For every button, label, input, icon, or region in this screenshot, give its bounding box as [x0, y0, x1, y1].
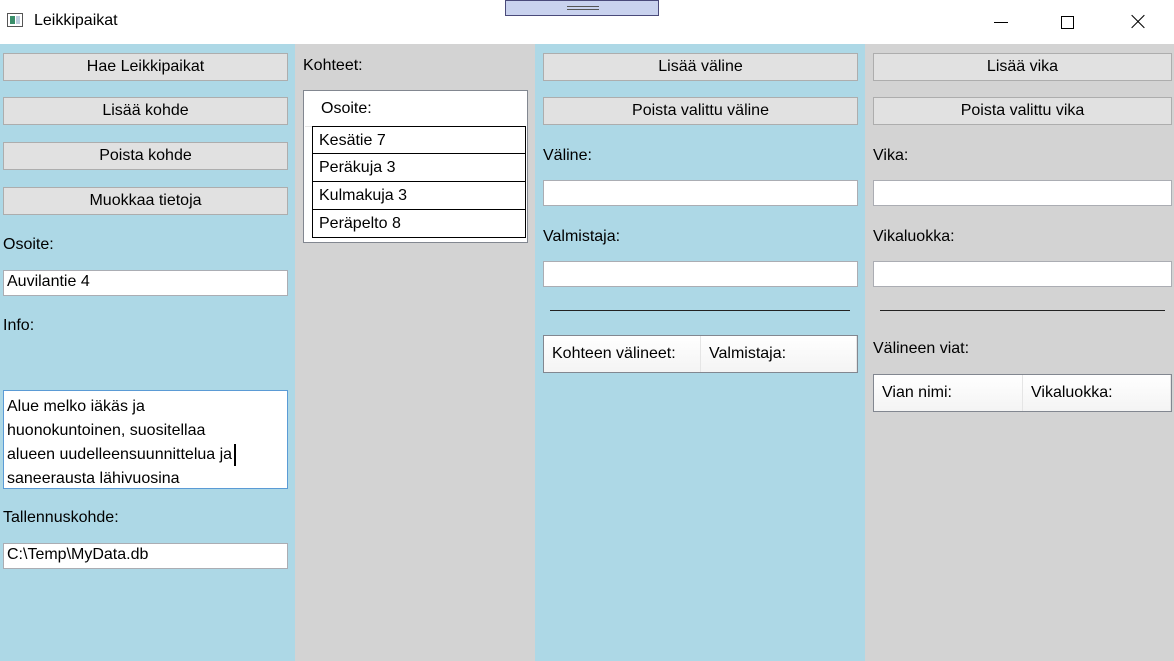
- column-header-maker[interactable]: Valmistaja:: [701, 336, 857, 372]
- info-line: Alue melko iäkäs ja: [7, 398, 145, 415]
- target-details-panel: Hae Leikkipaikat Lisää kohde Poista kohd…: [0, 44, 295, 661]
- remove-fault-button[interactable]: Poista valittu vika: [873, 97, 1172, 125]
- equipment-maker-label: Valmistaja:: [543, 228, 621, 245]
- targets-panel: Kohteet: Osoite: Kesätie 7 Peräkuja 3 Ku…: [295, 44, 535, 661]
- list-item[interactable]: Kesätie 7: [312, 126, 526, 154]
- remove-equipment-button[interactable]: Poista valittu väline: [543, 97, 858, 125]
- faults-panel: Lisää vika Poista valittu vika Vika: Vik…: [865, 44, 1174, 661]
- targets-label: Kohteet:: [303, 57, 363, 74]
- add-fault-button[interactable]: Lisää vika: [873, 53, 1172, 81]
- equipment-name-field[interactable]: [543, 180, 858, 206]
- separator: [880, 310, 1165, 311]
- maximize-button[interactable]: [1044, 0, 1090, 44]
- minimize-icon: [994, 21, 1008, 23]
- info-label: Info:: [3, 317, 35, 334]
- equipment-faults-label: Välineen viat:: [873, 340, 970, 357]
- targets-list[interactable]: Osoite: Kesätie 7 Peräkuja 3 Kulmakuja 3…: [303, 90, 528, 243]
- add-equipment-button[interactable]: Lisää väline: [543, 53, 858, 81]
- fault-class-field[interactable]: [873, 261, 1172, 287]
- address-label: Osoite:: [3, 236, 54, 253]
- fault-class-label: Vikaluokka:: [873, 228, 955, 245]
- list-item[interactable]: Peräpelto 8: [312, 210, 526, 238]
- info-line: saneerausta lähivuosina: [7, 470, 180, 487]
- close-button[interactable]: [1115, 0, 1161, 44]
- fault-name-label: Vika:: [873, 147, 909, 164]
- add-target-button[interactable]: Lisää kohde: [3, 97, 288, 125]
- column-header-fault-name[interactable]: Vian nimi:: [874, 375, 1023, 411]
- column-header-fault-class[interactable]: Vikaluokka:: [1023, 375, 1171, 411]
- info-line: alueen uudelleensuunnittelua ja: [7, 443, 284, 467]
- close-icon: [1130, 14, 1146, 30]
- faults-list[interactable]: Vian nimi: Vikaluokka:: [873, 374, 1172, 412]
- info-line: huonokuntoinen, suositellaa: [7, 422, 206, 439]
- equipment-panel: Lisää väline Poista valittu väline Välin…: [535, 44, 865, 661]
- edit-details-button[interactable]: Muokkaa tietoja: [3, 187, 288, 215]
- title-bar: Leikkipaikat: [0, 0, 1174, 44]
- address-field[interactable]: Auvilantie 4: [3, 270, 288, 296]
- column-header-address[interactable]: Osoite:: [313, 92, 526, 126]
- equipment-maker-field[interactable]: [543, 261, 858, 287]
- remove-target-button[interactable]: Poista kohde: [3, 142, 288, 170]
- maximize-icon: [1060, 15, 1074, 29]
- equipment-name-label: Väline:: [543, 147, 592, 164]
- targets-rows: Kesätie 7 Peräkuja 3 Kulmakuja 3 Peräpel…: [304, 126, 526, 238]
- info-textarea[interactable]: Alue melko iäkäs ja huonokuntoinen, suos…: [3, 390, 288, 489]
- text-caret: [234, 443, 237, 466]
- separator: [550, 310, 850, 311]
- window-title: Leikkipaikat: [34, 12, 118, 29]
- fault-name-field[interactable]: [873, 180, 1172, 206]
- targets-list-header: Osoite:: [305, 92, 526, 127]
- storage-field[interactable]: C:\Temp\MyData.db: [3, 543, 288, 569]
- list-item[interactable]: Peräkuja 3: [312, 154, 526, 182]
- fetch-playgrounds-button[interactable]: Hae Leikkipaikat: [3, 53, 288, 81]
- drag-handle[interactable]: [505, 0, 659, 16]
- app-icon: [7, 13, 23, 27]
- equipment-list[interactable]: Kohteen välineet: Valmistaja:: [543, 335, 858, 373]
- minimize-button[interactable]: [978, 0, 1024, 44]
- column-header-equipment[interactable]: Kohteen välineet:: [544, 336, 701, 372]
- storage-label: Tallennuskohde:: [3, 509, 119, 526]
- list-item[interactable]: Kulmakuja 3: [312, 182, 526, 210]
